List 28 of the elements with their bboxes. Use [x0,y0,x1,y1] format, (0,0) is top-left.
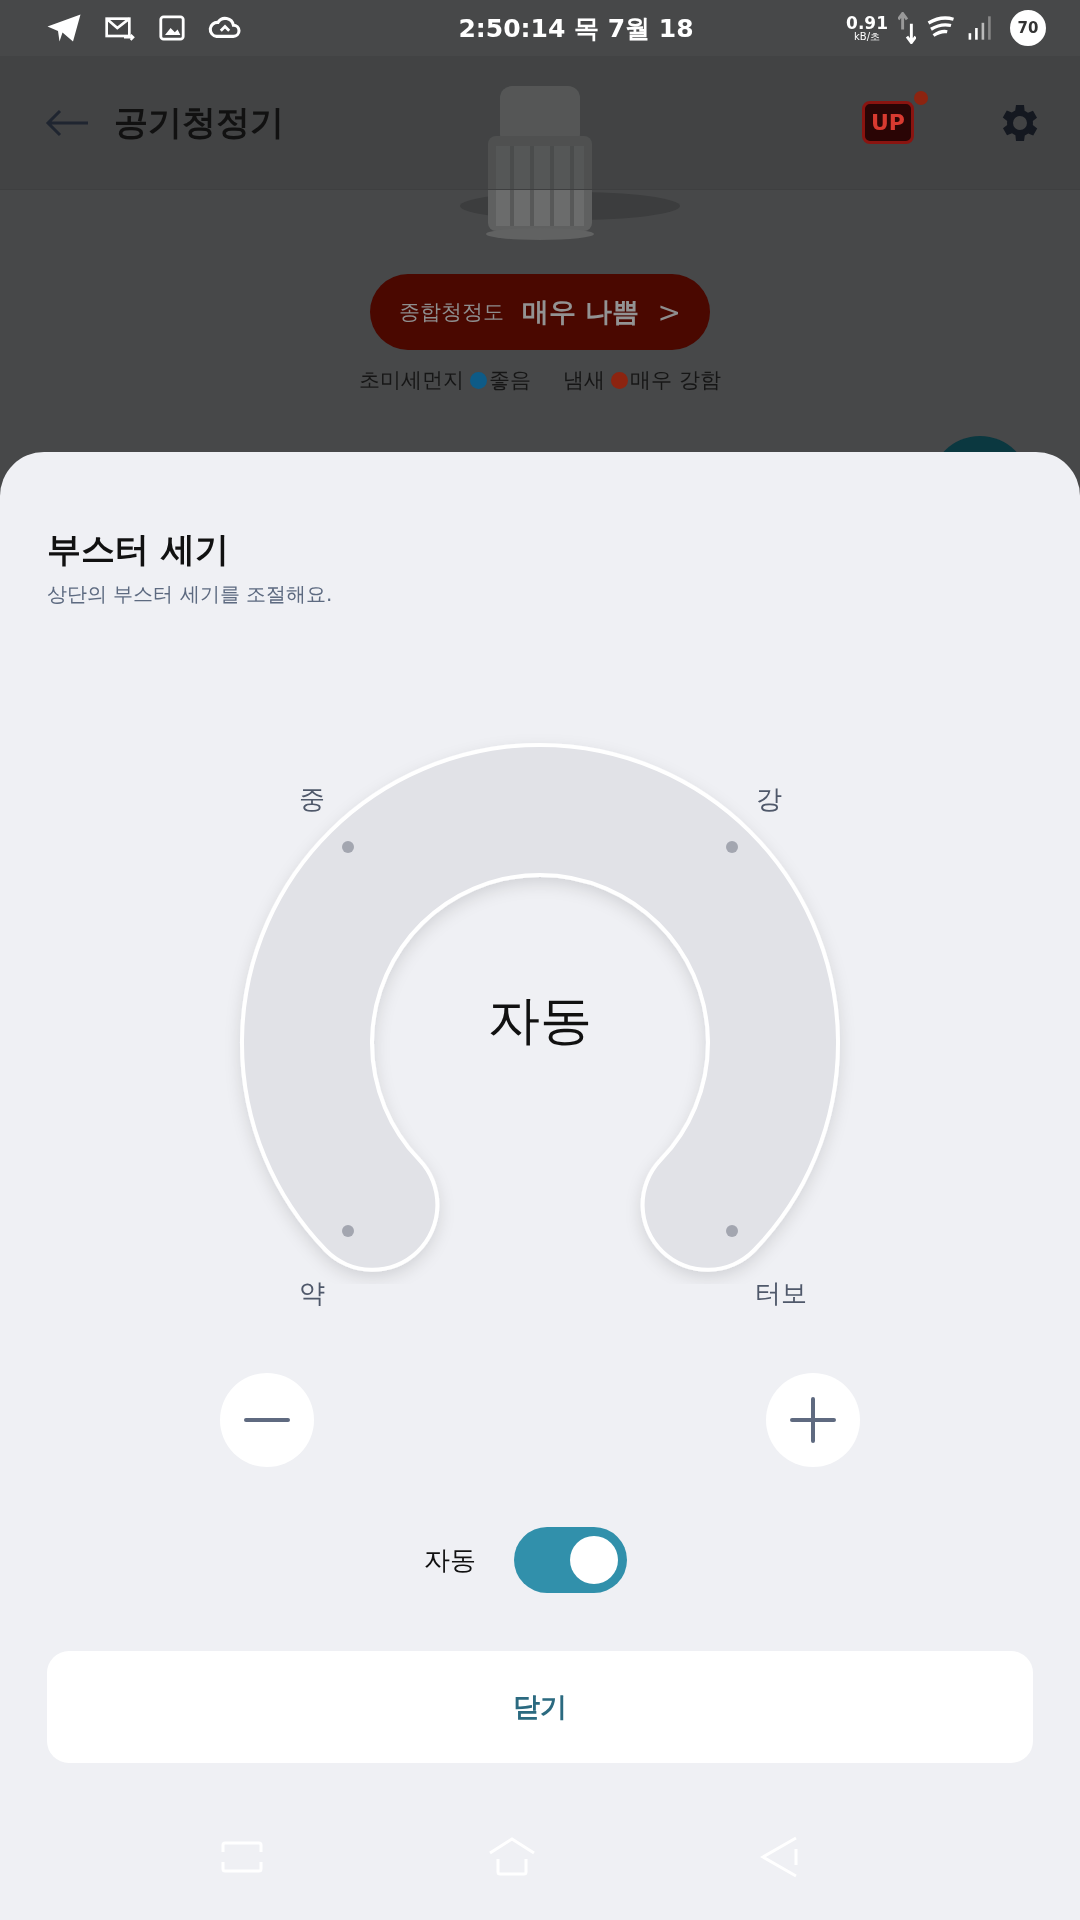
level-dot [726,841,738,853]
minus-icon [244,1417,290,1423]
level-dot [726,1225,738,1237]
sheet-title: 부스터 세기 [46,528,230,571]
signal-icon [966,15,992,41]
dial-value: 자동 [488,990,592,1050]
level-dot [342,841,354,853]
dial-ring[interactable] [240,743,840,1272]
auto-label: 자동 [423,1543,476,1577]
plus-icon [790,1397,836,1443]
battery-indicator: 70 [1010,10,1046,46]
back-arrow-icon[interactable] [44,107,90,138]
network-unit: kB/초 [854,31,881,42]
level-label: 터보 [755,1278,807,1308]
mail-icon [104,14,136,42]
level-label: 약 [299,1278,325,1308]
level-label: 중 [299,784,325,814]
send-icon [46,13,82,43]
close-button[interactable]: 닫기 [47,1651,1033,1763]
sheet-subtitle: 상단의 부스터 세기를 조절해요. [46,581,334,608]
upgrade-icon[interactable]: UP [862,101,914,144]
status-time: 2:50:14 목 7월 18 [457,12,695,45]
level-label: 강 [756,784,782,814]
air-quality-button[interactable]: 종합청정도 매우 나쁨 > [370,274,710,350]
network-speed: 0.91 [846,14,888,32]
level-dot [342,1225,354,1237]
data-arrows-icon [898,12,916,44]
image-icon [158,14,186,42]
